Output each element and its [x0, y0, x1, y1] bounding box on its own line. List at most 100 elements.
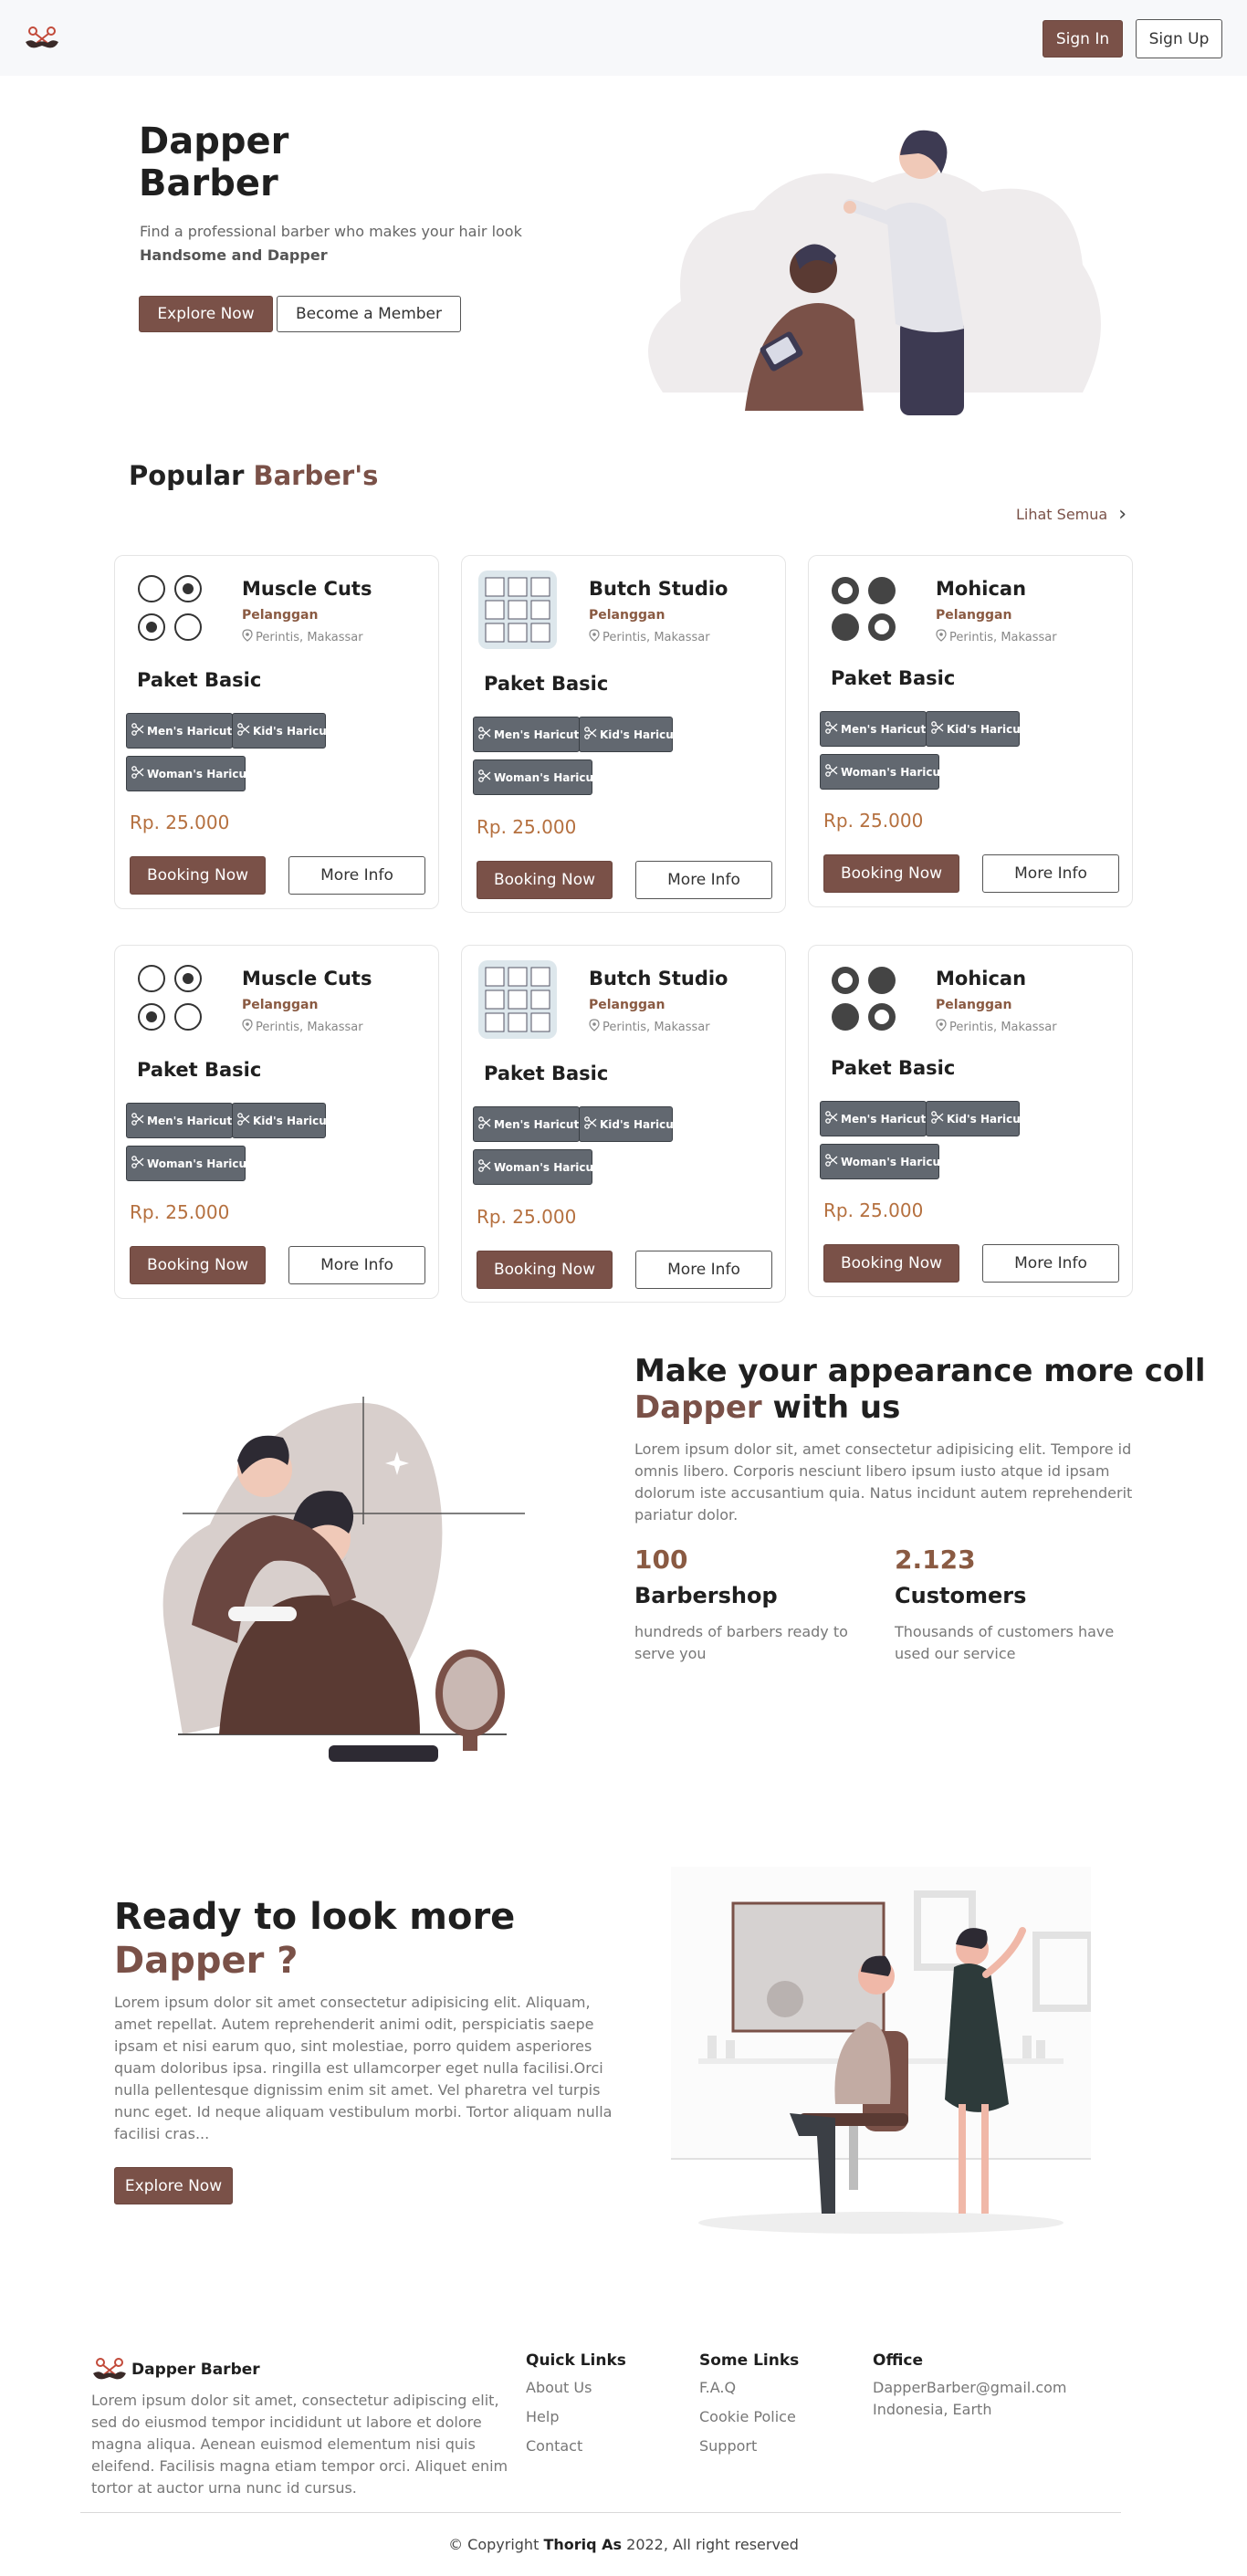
popular-title-plain: Popular: [129, 460, 254, 491]
footer-link-support[interactable]: Support: [699, 2437, 757, 2455]
package-name: Paket Basic: [484, 673, 609, 695]
footer-link-cookie[interactable]: Cookie Police: [699, 2408, 796, 2425]
barber-name: Mohican: [936, 578, 1027, 600]
more-info-button[interactable]: More Info: [982, 1244, 1119, 1283]
hero-title-line1: Dapper: [139, 120, 289, 162]
location-pin-icon: [242, 1019, 253, 1035]
hero-subtitle-strong: Handsome and Dapper: [140, 246, 328, 264]
service-tag-label: Woman's Haricut: [147, 767, 252, 780]
package-name: Paket Basic: [137, 669, 262, 691]
barber-location: Perintis, Makassar: [242, 629, 363, 645]
booking-now-button[interactable]: Booking Now: [823, 1244, 959, 1283]
stat-label-customers: Customers: [895, 1583, 1027, 1608]
barber-card[interactable]: Butch Studio Pelanggan Perintis, Makassar P…: [461, 945, 786, 1303]
barber-card[interactable]: Mohican Pelanggan Perintis, Makassar Paket …: [808, 945, 1133, 1297]
appearance-title-line1: Make your appearance more coll: [634, 1353, 1206, 1389]
barber-location: Perintis, Makassar: [936, 1019, 1057, 1035]
scissors-icon: [931, 721, 944, 737]
barber-logo-image: [478, 571, 557, 649]
service-tag: Woman's Haricut: [820, 754, 946, 790]
barber-location: Perintis, Makassar: [936, 629, 1057, 645]
service-tag-label: Woman's Haricut: [841, 765, 946, 779]
more-info-button[interactable]: More Info: [635, 1251, 772, 1289]
footer-link-about[interactable]: About Us: [526, 2379, 592, 2396]
barber-name: Butch Studio: [589, 578, 728, 600]
package-name: Paket Basic: [137, 1059, 262, 1081]
service-tag: Men's Haricut: [820, 1101, 927, 1136]
appearance-title-rest: with us: [761, 1389, 901, 1426]
barber-location-label: Perintis, Makassar: [256, 1020, 363, 1034]
barber-location: Perintis, Makassar: [589, 1019, 710, 1035]
service-tag: Kid's Haricut: [579, 717, 679, 752]
explore-now-button[interactable]: Explore Now: [139, 296, 273, 332]
booking-now-button[interactable]: Booking Now: [477, 1251, 613, 1289]
barber-card[interactable]: Mohican Pelanggan Perintis, Makassar Paket …: [808, 555, 1133, 907]
package-price: Rp. 25.000: [130, 1201, 230, 1223]
location-pin-icon: [936, 1019, 947, 1035]
more-info-button[interactable]: More Info: [288, 1246, 425, 1284]
footer-logo-icon[interactable]: [91, 2355, 128, 2382]
barber-logo-image: [825, 960, 904, 1039]
barber-logo-image: [131, 571, 210, 649]
barber-location: Perintis, Makassar: [242, 1019, 363, 1035]
location-pin-icon: [242, 629, 253, 645]
package-price: Rp. 25.000: [477, 816, 577, 838]
service-tag: Woman's Haricut: [820, 1144, 946, 1179]
booking-now-button[interactable]: Booking Now: [130, 1246, 266, 1284]
barber-category: Pelanggan: [242, 998, 319, 1012]
barber-location-label: Perintis, Makassar: [949, 1020, 1057, 1034]
more-info-button[interactable]: More Info: [288, 856, 425, 895]
service-tag-label: Men's Haricut: [147, 724, 233, 738]
footer-office-location: Indonesia, Earth: [873, 2401, 992, 2418]
barber-logo-image: [478, 960, 557, 1039]
service-tag-label: Woman's Haricut: [841, 1155, 946, 1168]
service-tag-label: Kid's Haricut: [947, 1112, 1026, 1126]
become-member-button[interactable]: Become a Member: [277, 296, 461, 332]
appearance-title-accent: Dapper: [634, 1389, 762, 1426]
sign-up-button[interactable]: Sign Up: [1136, 19, 1222, 58]
stat-number-barbershop: 100: [634, 1545, 688, 1575]
barber-styling-customer-illustration: [162, 1397, 525, 1762]
mustache-scissors-icon[interactable]: [24, 24, 60, 51]
ready-title: Ready to look more Dapper ?: [114, 1895, 515, 1983]
service-tag-label: Woman's Haricut: [494, 770, 599, 784]
sign-in-button[interactable]: Sign In: [1043, 20, 1123, 58]
footer-brand: Dapper Barber: [131, 2361, 260, 2379]
package-name: Paket Basic: [484, 1063, 609, 1084]
copyright-post: 2022, All right reserved: [622, 2536, 799, 2553]
booking-now-button[interactable]: Booking Now: [130, 856, 266, 895]
booking-now-button[interactable]: Booking Now: [823, 854, 959, 893]
scissors-icon: [825, 1154, 838, 1169]
footer-link-faq[interactable]: F.A.Q: [699, 2379, 736, 2396]
package-price: Rp. 25.000: [130, 812, 230, 833]
footer-link-contact[interactable]: Contact: [526, 2437, 582, 2455]
booking-now-button[interactable]: Booking Now: [477, 861, 613, 899]
barber-cutting-hair-illustration: [648, 130, 1101, 415]
service-tag-label: Kid's Haricut: [600, 1117, 679, 1131]
footer-some-links-title: Some Links: [699, 2351, 800, 2370]
barber-card[interactable]: Muscle Cuts Pelanggan Perintis, Makassar Pa…: [114, 945, 439, 1299]
popular-title: Popular Barber's: [129, 460, 378, 491]
service-tag: Kid's Haricut: [232, 1103, 332, 1138]
copyright-pre: © Copyright: [448, 2536, 544, 2553]
appearance-title: Make your appearance more coll Dapper wi…: [634, 1353, 1206, 1426]
barber-logo-image: [131, 960, 210, 1039]
more-info-button[interactable]: More Info: [635, 861, 772, 899]
more-info-button[interactable]: More Info: [982, 854, 1119, 893]
ready-explore-button[interactable]: Explore Now: [114, 2167, 233, 2204]
scissors-icon: [825, 764, 838, 780]
barber-card[interactable]: Butch Studio Pelanggan Perintis, Makassar P…: [461, 555, 786, 913]
barber-card[interactable]: Muscle Cuts Pelanggan Perintis, Makassar Pa…: [114, 555, 439, 909]
barber-category: Pelanggan: [936, 608, 1012, 623]
scissors-icon: [237, 1113, 250, 1128]
scissors-icon: [931, 1111, 944, 1126]
service-tag: Kid's Haricut: [579, 1106, 679, 1142]
footer-office-email[interactable]: DapperBarber@gmail.com: [873, 2379, 1067, 2396]
footer-link-help[interactable]: Help: [526, 2408, 559, 2425]
barbershop-salon-illustration: [671, 1867, 1091, 2234]
scissors-icon: [478, 1116, 491, 1132]
package-price: Rp. 25.000: [823, 1199, 924, 1221]
see-all-link[interactable]: Lihat Semua ›: [1016, 503, 1126, 526]
scissors-icon: [825, 721, 838, 737]
barber-location: Perintis, Makassar: [589, 629, 710, 645]
